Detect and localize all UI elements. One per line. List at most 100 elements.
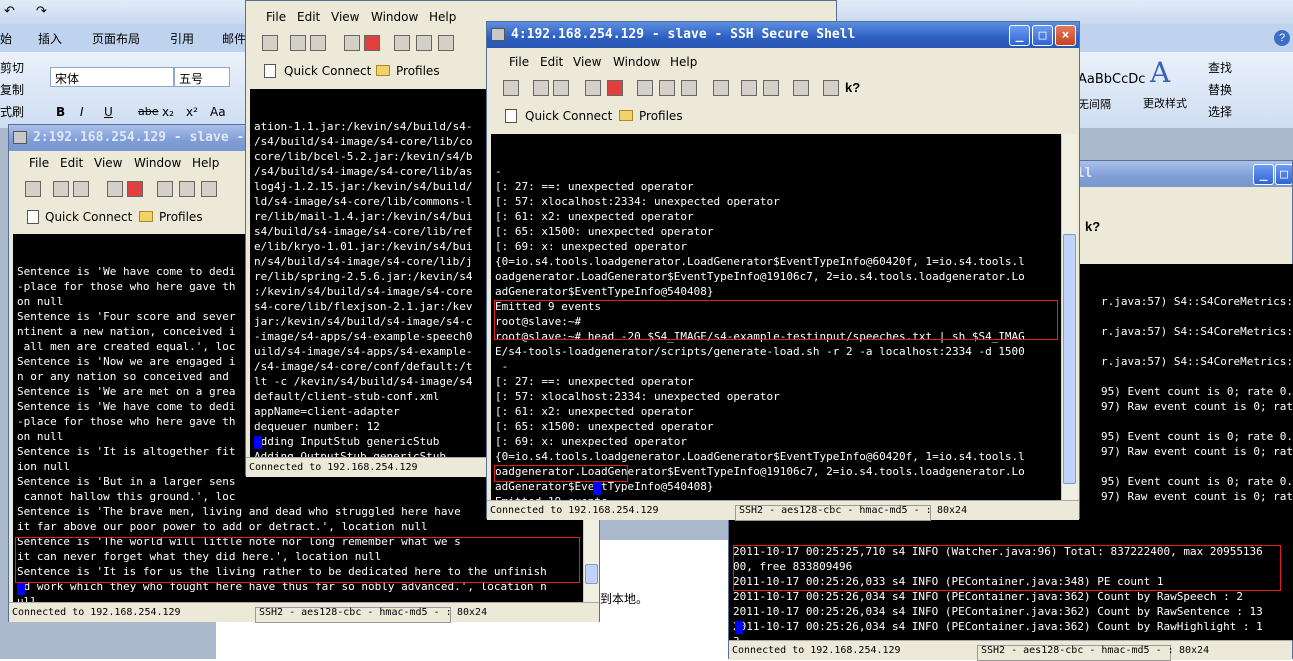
terminal-cursor [593, 482, 601, 495]
ssh-window-front[interactable]: 4:192.168.254.129 - slave - SSH Secure S… [486, 21, 1080, 521]
font-size-select[interactable]: 五号 [174, 67, 230, 87]
superscript-button[interactable]: x² [186, 105, 198, 119]
menu-help[interactable]: Help [192, 156, 219, 170]
menu-window[interactable]: Window [371, 10, 418, 24]
font-name-select[interactable]: 宋体 [50, 67, 174, 87]
format-painter-button[interactable]: 式刷 [0, 103, 24, 120]
minimize-button[interactable]: _ [1009, 25, 1030, 46]
paste-icon[interactable] [659, 80, 675, 96]
connect-icon[interactable] [344, 35, 360, 51]
profiles-button[interactable]: Profiles [639, 109, 683, 123]
style-preview[interactable]: AaBbCcDc [1078, 72, 1145, 87]
menu-help[interactable]: Help [670, 55, 697, 69]
window-title: 2:192.168.254.129 - slave - [33, 130, 245, 145]
find-button[interactable]: 查找 [1208, 59, 1232, 76]
bold-button[interactable]: B [56, 105, 65, 119]
menu-view[interactable]: View [331, 10, 359, 24]
status-bar: Connected to 192.168.254.129 SSH2 - aes1… [9, 602, 599, 623]
scrollbar-thumb[interactable] [1063, 234, 1076, 484]
redo-icon[interactable]: ↷ [36, 3, 47, 19]
replace-button[interactable]: 替换 [1208, 81, 1232, 98]
menu-help[interactable]: Help [429, 10, 456, 24]
menu-edit[interactable]: Edit [540, 55, 563, 69]
ssh-window-front-titlebar[interactable]: 4:192.168.254.129 - slave - SSH Secure S… [487, 22, 1079, 48]
maximize-button[interactable]: □ [1275, 164, 1292, 185]
quick-connect-button[interactable]: Quick Connect [525, 109, 612, 123]
change-styles-icon[interactable]: A [1150, 56, 1170, 89]
close-button[interactable]: × [1055, 25, 1076, 46]
find-icon[interactable] [713, 80, 729, 96]
quick-connect-icon [505, 109, 517, 123]
menu-window[interactable]: Window [134, 156, 181, 170]
menu-file[interactable]: File [266, 10, 286, 24]
paste-icon[interactable] [179, 181, 195, 197]
copy-icon[interactable] [157, 181, 173, 197]
copy-icon[interactable] [637, 80, 653, 96]
save-icon[interactable] [25, 181, 41, 197]
paste-alt-icon[interactable] [201, 181, 217, 197]
print-icon[interactable] [290, 35, 306, 51]
profiles-button[interactable]: Profiles [396, 64, 440, 78]
menu-edit[interactable]: Edit [60, 156, 83, 170]
strikethrough-button[interactable]: abe [138, 105, 159, 118]
new-window-icon[interactable] [763, 80, 779, 96]
terminal-line: [: 57: xlocalhost:2334: unexpected opera… [495, 195, 780, 208]
print-preview-icon[interactable] [310, 35, 326, 51]
print-preview-icon[interactable] [553, 80, 569, 96]
copy-icon[interactable] [394, 35, 410, 51]
change-case-button[interactable]: Aa [210, 105, 226, 119]
save-icon[interactable] [503, 80, 519, 96]
status-size: 80x24 [457, 607, 488, 618]
maximize-button[interactable]: □ [1032, 25, 1053, 46]
vertical-scrollbar[interactable] [1061, 134, 1077, 500]
minimize-button[interactable]: _ [1253, 164, 1274, 185]
menu-edit[interactable]: Edit [297, 10, 320, 24]
terminal-line: {0=io.s4.tools.loadgenerator.LoadGenerat… [495, 255, 1025, 268]
tab-home[interactable]: 始 [0, 30, 12, 47]
settings-icon[interactable] [793, 80, 809, 96]
sftp-icon[interactable] [741, 80, 757, 96]
help-icon[interactable]: ? [1274, 30, 1290, 46]
paste-alt-icon[interactable] [438, 35, 454, 51]
context-help-icon[interactable]: k? [1085, 219, 1100, 234]
tab-page-layout[interactable]: 页面布局 [92, 30, 140, 47]
disconnect-icon[interactable] [607, 80, 623, 96]
disconnect-icon[interactable] [127, 181, 143, 197]
highlight-box-emitted [494, 465, 628, 482]
tab-insert[interactable]: 插入 [38, 30, 62, 47]
terminal-line: [: 57: xlocalhost:2334: unexpected opera… [495, 390, 780, 403]
quick-connect-button[interactable]: Quick Connect [284, 64, 371, 78]
status-size: 80x24 [1179, 645, 1210, 656]
profiles-button[interactable]: Profiles [159, 210, 203, 224]
menu-view[interactable]: View [573, 55, 601, 69]
save-icon[interactable] [262, 35, 278, 51]
undo-icon[interactable]: ↶ [4, 3, 15, 19]
quick-connect-button[interactable]: Quick Connect [45, 210, 132, 224]
select-button[interactable]: 选择 [1208, 103, 1232, 120]
context-help-icon[interactable]: k? [845, 80, 860, 95]
subscript-button[interactable]: x₂ [162, 105, 174, 119]
print-preview-icon[interactable] [73, 181, 89, 197]
underline-button[interactable]: U [104, 105, 113, 119]
paste-alt-icon[interactable] [681, 80, 697, 96]
paste-icon[interactable] [416, 35, 432, 51]
print-icon[interactable] [533, 80, 549, 96]
connect-icon[interactable] [107, 181, 123, 197]
change-styles-button[interactable]: 更改样式 [1143, 95, 1187, 111]
scrollbar-thumb[interactable] [585, 564, 598, 584]
cut-button[interactable]: 剪切 [0, 59, 24, 76]
terminal-cursor [735, 621, 743, 634]
disconnect-icon[interactable] [364, 35, 380, 51]
menu-file[interactable]: File [509, 55, 529, 69]
menu-file[interactable]: File [29, 156, 49, 170]
tab-mailings[interactable]: 邮件 [222, 30, 246, 47]
tab-references[interactable]: 引用 [170, 30, 194, 47]
connect-icon[interactable] [585, 80, 601, 96]
menu-view[interactable]: View [94, 156, 122, 170]
menu-window[interactable]: Window [613, 55, 660, 69]
italic-button[interactable]: I [80, 105, 84, 119]
print-icon[interactable] [53, 181, 69, 197]
profiles-icon[interactable] [823, 80, 839, 96]
copy-button[interactable]: 复制 [0, 81, 24, 98]
